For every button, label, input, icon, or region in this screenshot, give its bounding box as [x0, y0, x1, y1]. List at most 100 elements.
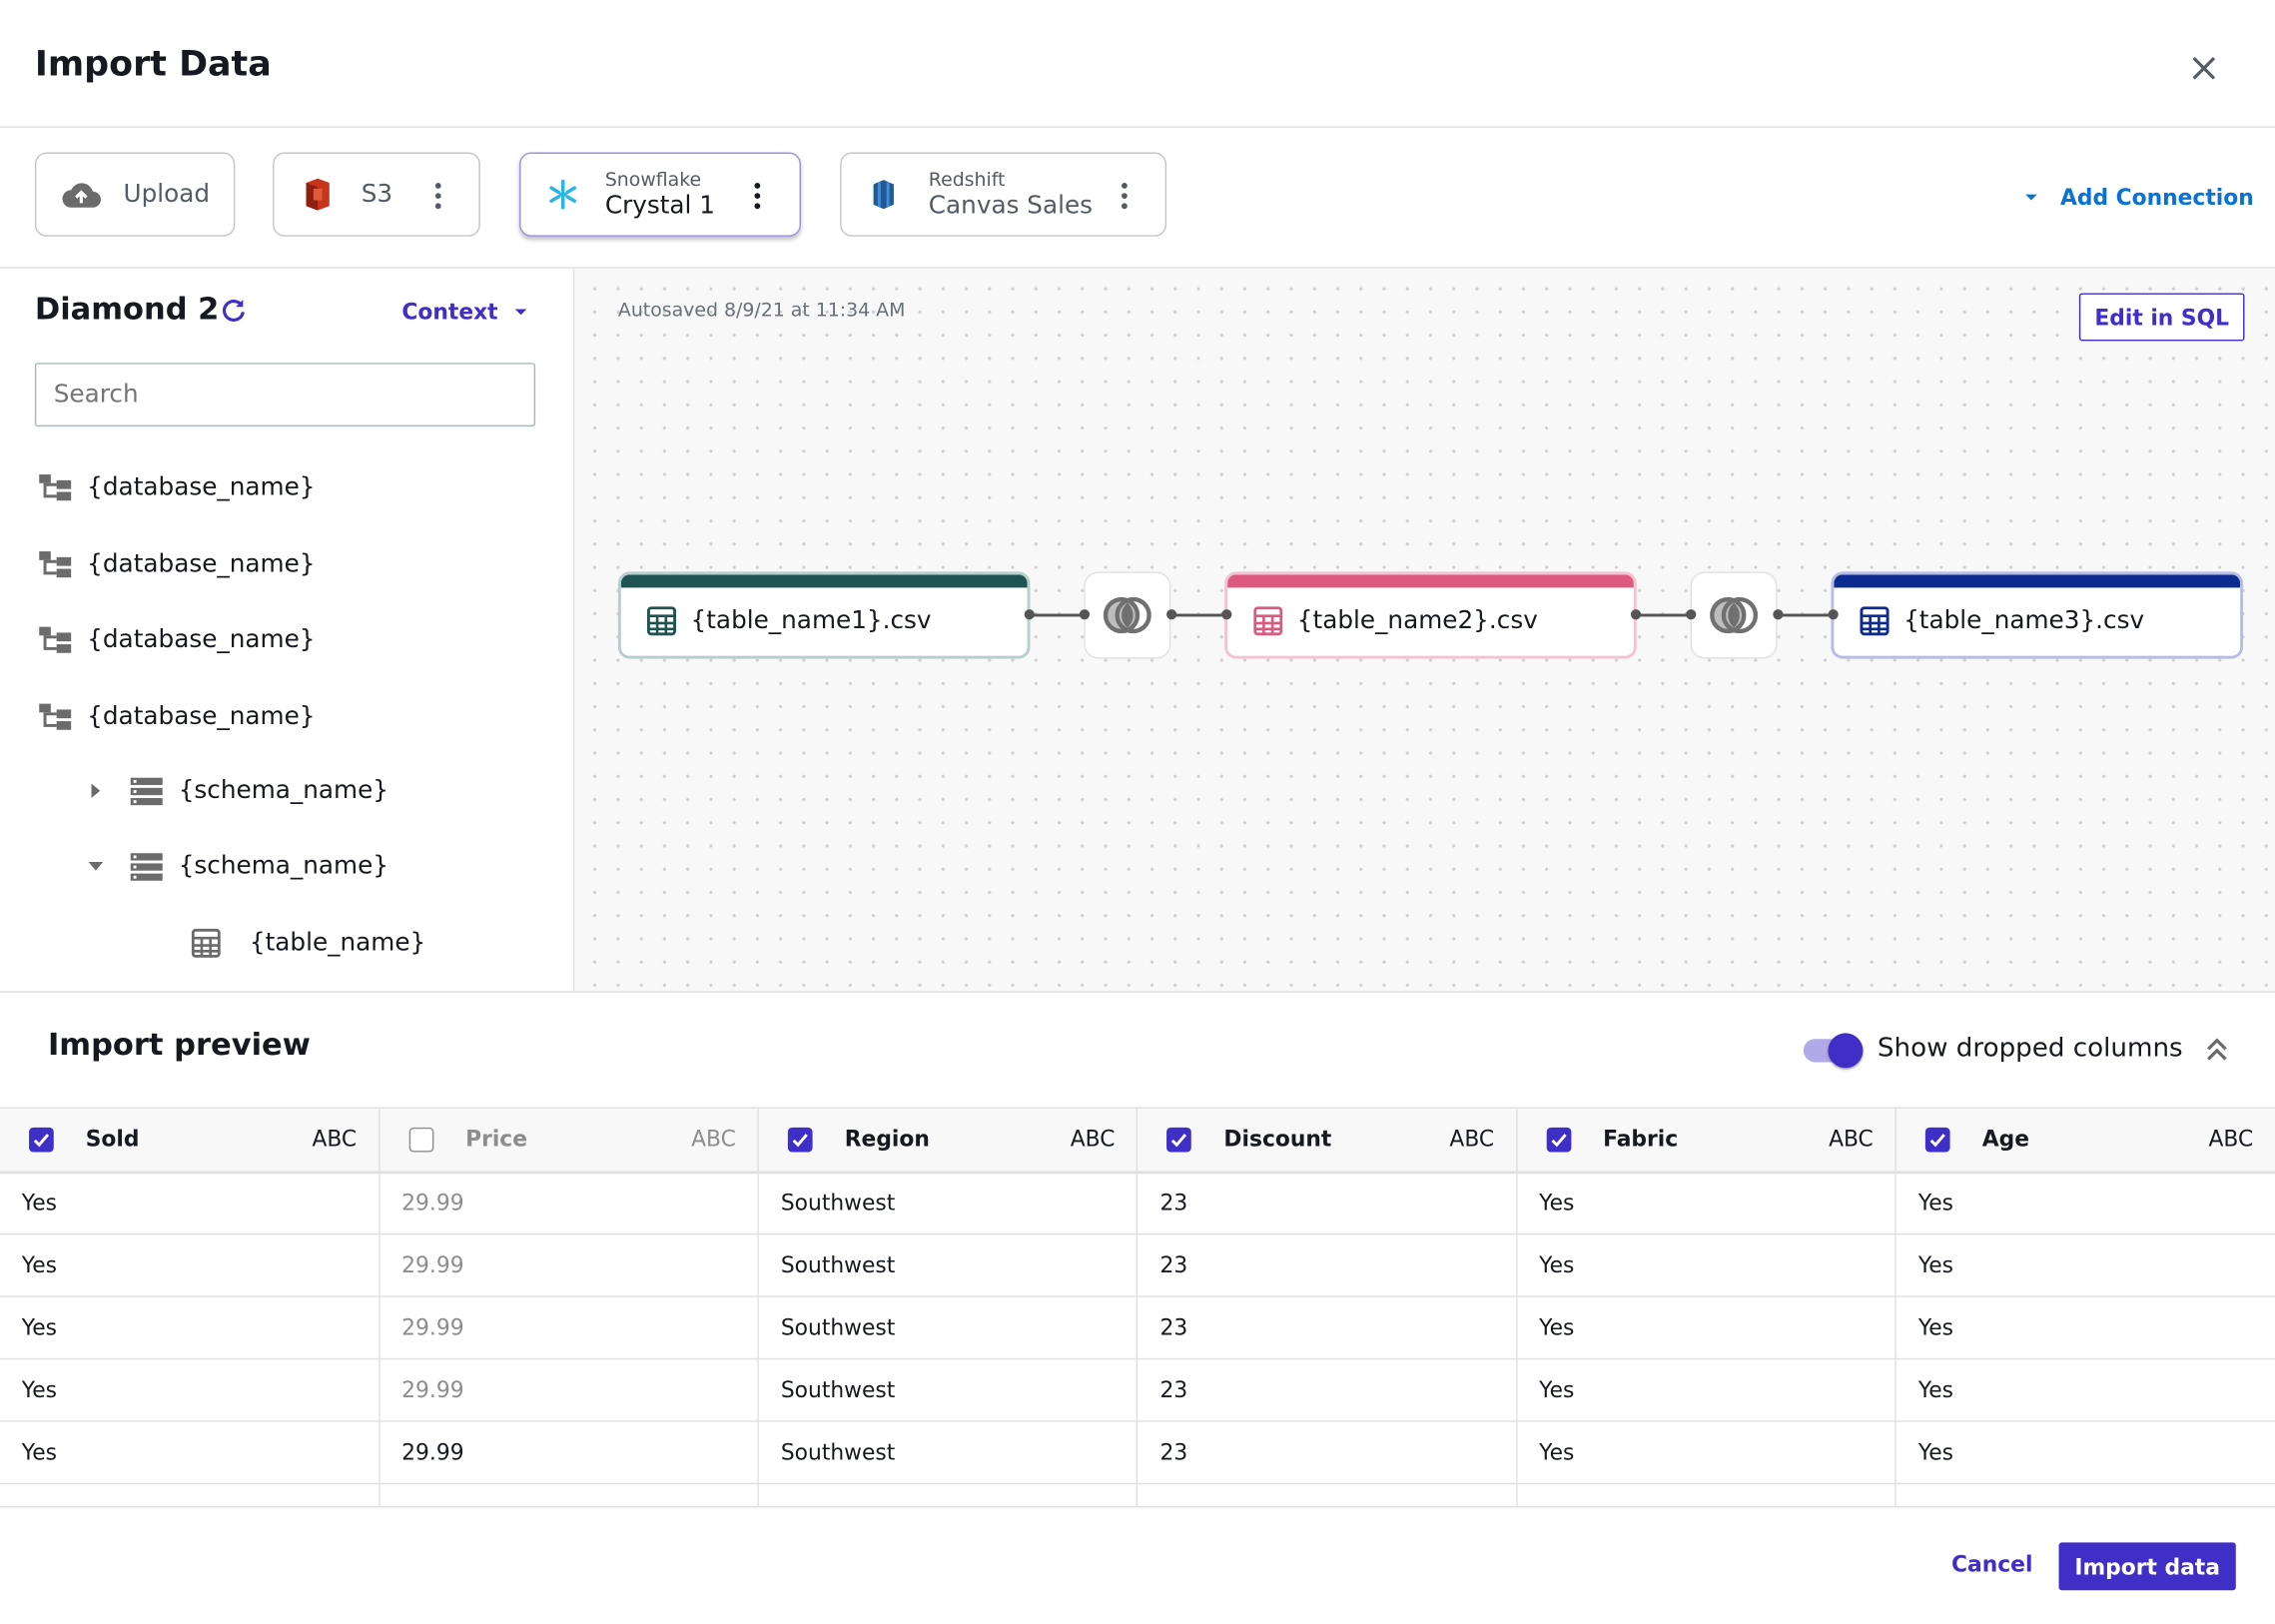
table-row: Yes 29.99 Southwest 23 Yes Yes: [0, 1421, 2275, 1485]
checkbox-checked-icon[interactable]: [1166, 1127, 1192, 1153]
column-header: Price ABC: [378, 1107, 760, 1174]
more-options-icon[interactable]: [754, 183, 761, 214]
connector-dot: [1221, 609, 1232, 620]
tree-item-database[interactable]: {database_name}: [38, 624, 316, 656]
tree-item-label: {database_name}: [87, 702, 316, 732]
table-cell: 29.99: [378, 1233, 760, 1297]
table-row: Yes 29.99 Southwest 23 Yes Yes: [0, 1233, 2275, 1297]
connector-line: [1777, 613, 1833, 617]
redshift-icon: [873, 180, 894, 210]
checkbox-checked-icon[interactable]: [29, 1127, 54, 1153]
preview-table: Sold ABC Price ABC Region ABC Discount ABC Fabri…: [0, 1107, 2275, 1547]
connection-s3[interactable]: S3: [273, 152, 480, 237]
close-icon[interactable]: [2185, 49, 2223, 87]
column-type: ABC: [312, 1126, 358, 1153]
checkbox-checked-icon[interactable]: [1925, 1127, 1950, 1153]
table-icon: [646, 606, 677, 636]
collapse-icon[interactable]: [2204, 1036, 2230, 1062]
checkbox-checked-icon[interactable]: [788, 1127, 813, 1153]
column-header: Fabric ABC: [1515, 1107, 1897, 1174]
autosave-status: Autosaved 8/9/21 at 11:34 AM: [617, 300, 906, 323]
connector-line: [1635, 613, 1691, 617]
tree-item-database[interactable]: {database_name}: [38, 548, 316, 580]
table-row: Yes 29.99 Southwest 23 Yes Yes: [0, 1172, 2275, 1235]
edit-in-sql-button[interactable]: Edit in SQL: [2078, 293, 2245, 342]
more-options-icon[interactable]: [434, 183, 441, 214]
tree-item-database[interactable]: {database_name}: [38, 701, 316, 733]
dataset-node[interactable]: {table_name3}.csv: [1831, 571, 2244, 659]
database-tree-icon: [39, 474, 72, 501]
table-cell: 29.99: [378, 1172, 760, 1235]
refresh-icon[interactable]: [219, 296, 248, 325]
import-data-button[interactable]: Import data: [2058, 1542, 2236, 1591]
add-connection-button[interactable]: Add Connection: [2022, 185, 2254, 211]
tree-item-schema[interactable]: {schema_name}: [87, 852, 388, 881]
table-cell: 29.99: [378, 1358, 760, 1422]
column-type: ABC: [1449, 1126, 1495, 1153]
show-dropped-columns-toggle[interactable]: [1803, 1033, 1865, 1069]
caret-down-icon: [515, 309, 527, 316]
database-tree-icon: [39, 626, 72, 653]
table-cell: Yes: [1895, 1358, 2275, 1422]
table-cell: Yes: [0, 1358, 380, 1422]
more-options-icon[interactable]: [1122, 183, 1128, 214]
cancel-button[interactable]: Cancel: [1951, 1551, 2032, 1577]
checkbox-unchecked-icon[interactable]: [408, 1127, 434, 1153]
dataset-node[interactable]: {table_name1}.csv: [617, 571, 1031, 659]
column-name: Price: [465, 1126, 528, 1153]
checkbox-checked-icon[interactable]: [1546, 1127, 1572, 1153]
column-type: ABC: [1829, 1126, 1874, 1153]
sidebar-title: Diamond 2: [34, 292, 220, 327]
table-cell: Yes: [1895, 1296, 2275, 1360]
column-type: ABC: [2208, 1126, 2254, 1153]
inner-join-icon: [1103, 596, 1151, 633]
tree-item-schema[interactable]: {schema_name}: [87, 776, 388, 806]
connector-dot: [1630, 609, 1642, 620]
join-node[interactable]: [1690, 571, 1778, 659]
connection-type: Redshift: [928, 169, 1006, 192]
table-cell: 29.99: [378, 1296, 760, 1360]
table-cell: Yes: [1515, 1233, 1897, 1297]
inner-join-icon: [1709, 596, 1758, 633]
tree-item-database[interactable]: {database_name}: [38, 471, 316, 503]
schema-icon: [130, 853, 163, 881]
join-node[interactable]: [1084, 571, 1171, 659]
column-header: Discount ABC: [1137, 1107, 1518, 1174]
column-header: Sold ABC: [0, 1107, 380, 1174]
table-cell: 23: [1137, 1296, 1518, 1360]
context-dropdown[interactable]: Context: [401, 299, 529, 325]
table-row: Yes 29.99 Southwest 23 Yes Yes: [0, 1296, 2275, 1360]
upload-button[interactable]: Upload: [34, 152, 236, 237]
tree-item-label: {database_name}: [87, 472, 316, 502]
search-input[interactable]: [34, 363, 536, 427]
connection-type: Snowflake: [604, 169, 702, 192]
dataset-node[interactable]: {table_name2}.csv: [1224, 571, 1637, 659]
tree-item-label: {database_name}: [87, 549, 316, 579]
table-cell: Yes: [1515, 1358, 1897, 1422]
upload-label: Upload: [123, 180, 211, 210]
cloud-upload-icon: [62, 183, 101, 208]
table-cell: Yes: [1895, 1172, 2275, 1235]
table-cell: Southwest: [757, 1421, 1138, 1485]
database-tree-icon: [39, 551, 72, 578]
snowflake-icon: [549, 179, 577, 210]
connection-snowflake[interactable]: Snowflake Crystal 1: [519, 152, 801, 237]
caret-right-icon[interactable]: [87, 782, 104, 799]
caret-down-icon: [2025, 194, 2037, 201]
s3-icon: [306, 178, 330, 211]
connection-label: S3: [361, 180, 393, 210]
table-cell: Yes: [1895, 1233, 2275, 1297]
table-cell: Yes: [1515, 1421, 1897, 1485]
caret-down-icon[interactable]: [87, 858, 104, 875]
database-tree-icon: [39, 703, 72, 730]
tree-item-table[interactable]: {table_name}: [191, 929, 425, 958]
table-cell: 23: [1137, 1358, 1518, 1422]
dataset-node-label: {table_name1}.csv: [690, 606, 932, 636]
table-cell: Yes: [0, 1296, 380, 1360]
table-row: Yes 29.99 Southwest 23 Yes Yes: [0, 1358, 2275, 1422]
preview-title: Import preview: [47, 1027, 311, 1063]
table-icon: [1253, 606, 1283, 636]
connector-dot: [1828, 609, 1839, 620]
connector-line: [1029, 613, 1085, 617]
connection-redshift[interactable]: Redshift Canvas Sales: [840, 152, 1167, 237]
